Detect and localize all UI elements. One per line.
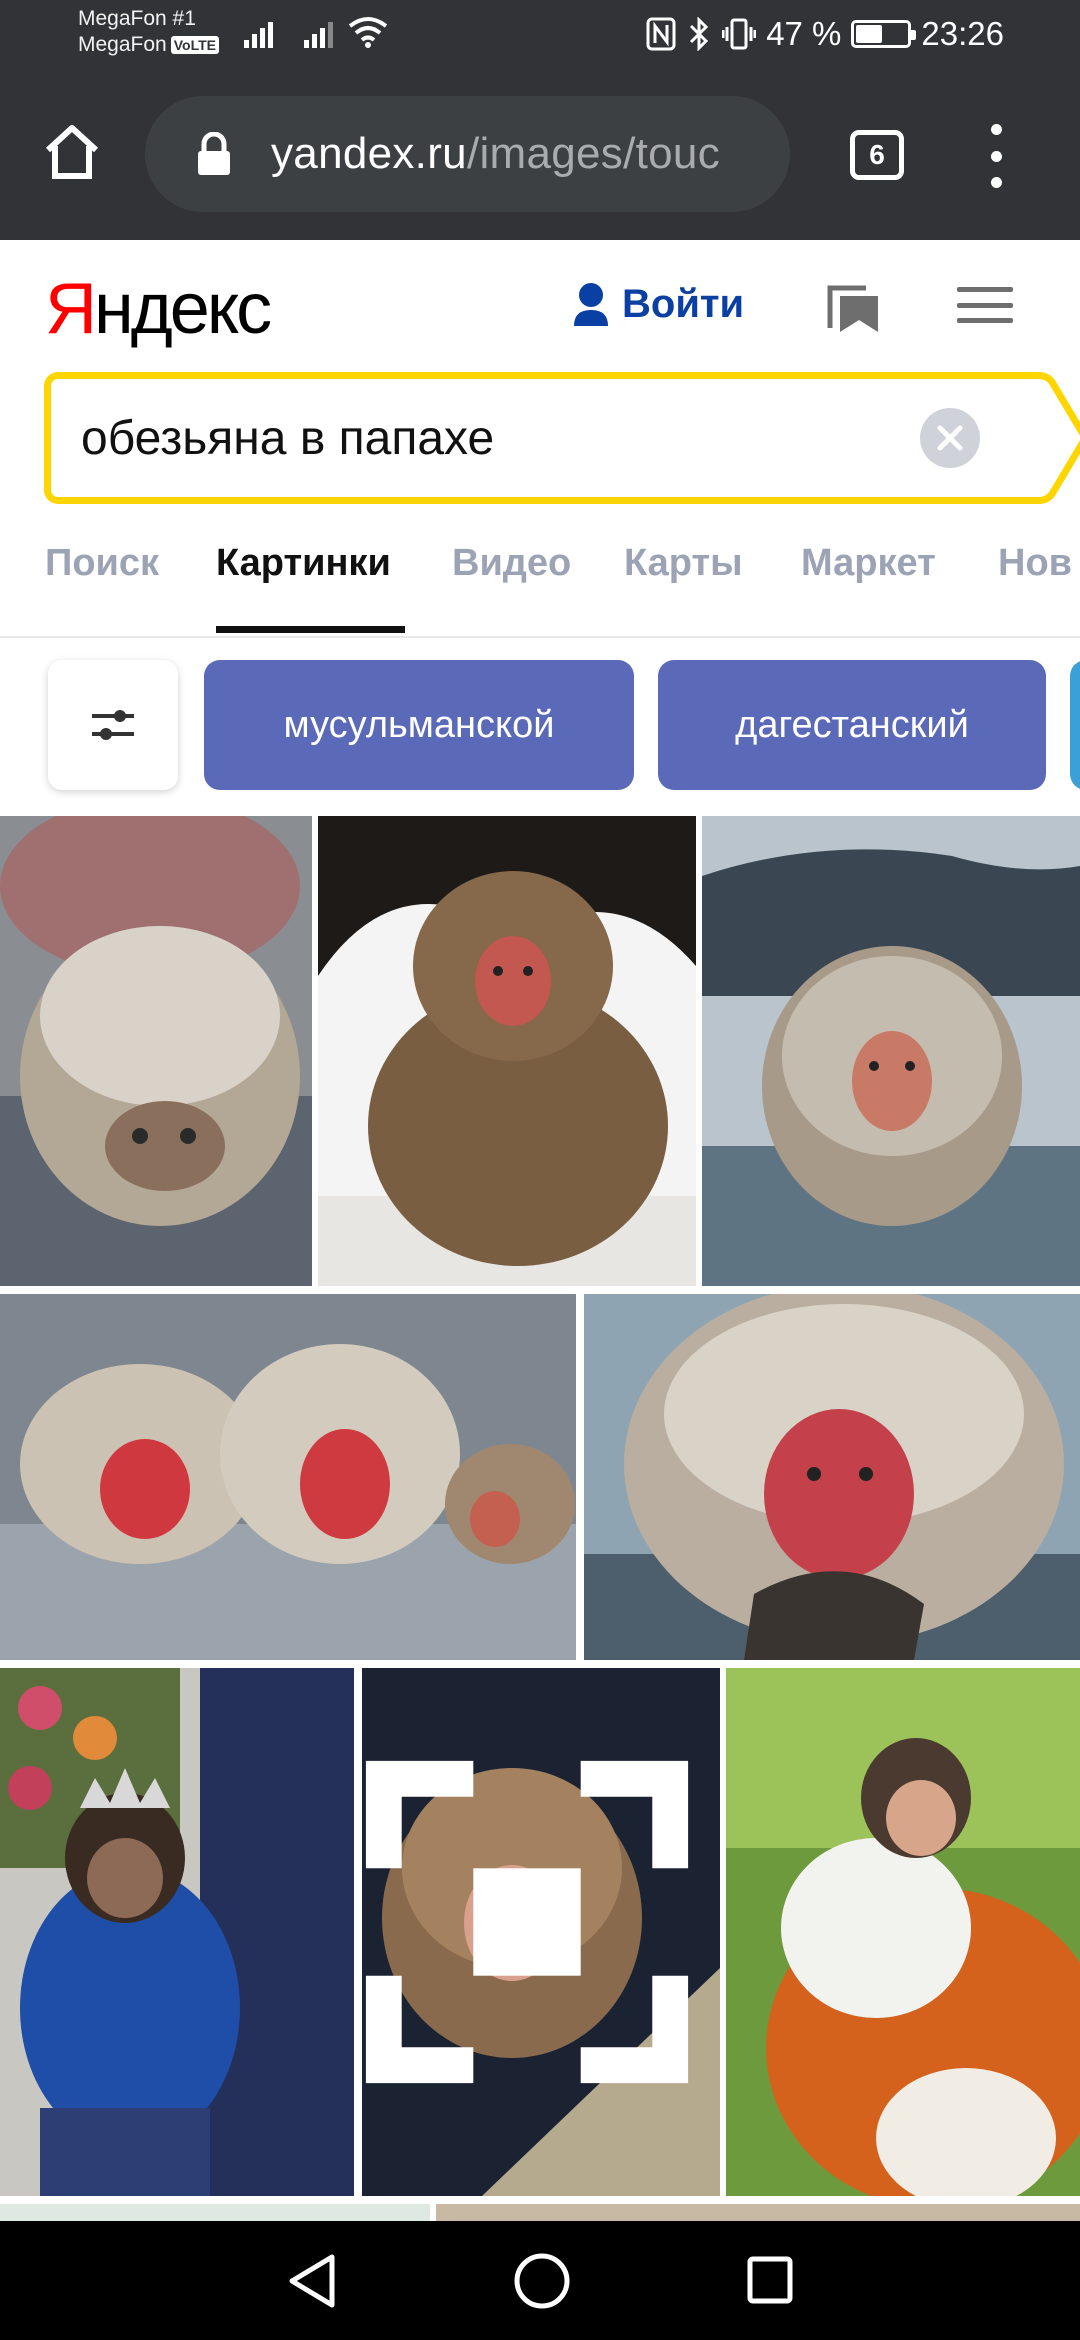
- tab-maps[interactable]: Карты: [624, 542, 743, 585]
- tab-switcher-button[interactable]: 6: [850, 130, 904, 180]
- chip-suggestion-3[interactable]: [1070, 660, 1080, 790]
- browser-toolbar: yandex.ru/images/touc 6: [0, 68, 1080, 240]
- yandex-header: Яндекс Войти: [0, 240, 1080, 380]
- filters-button[interactable]: [48, 660, 178, 790]
- clear-search-button[interactable]: [920, 408, 980, 468]
- service-tabs: Поиск Картинки Видео Карты Маркет Нов: [0, 520, 1080, 638]
- android-nav-bar: [0, 2221, 1080, 2340]
- search-input[interactable]: [81, 410, 881, 466]
- signal-2-icon: [304, 22, 333, 48]
- snow-monkey-snowy-head-image: [0, 816, 312, 1286]
- suggestion-chips: мусульманской дагестанский: [0, 640, 1080, 816]
- tab-market[interactable]: Маркет: [801, 542, 936, 585]
- active-tab-indicator: [216, 626, 405, 633]
- menu-icon[interactable]: [957, 287, 1013, 323]
- bluetooth-icon: [690, 17, 709, 51]
- nfc-icon: [646, 17, 676, 51]
- carrier-1: MegaFon #1: [78, 7, 196, 30]
- tab-news[interactable]: Нов: [998, 542, 1072, 585]
- user-icon: [574, 283, 608, 326]
- search-field[interactable]: [44, 372, 1004, 504]
- image-result[interactable]: [702, 816, 1080, 1286]
- url-path: /images/touc: [466, 129, 720, 178]
- volte-badge: VoLTE: [170, 36, 219, 55]
- tab-search[interactable]: Поиск: [45, 542, 159, 585]
- address-bar[interactable]: yandex.ru/images/touc: [145, 96, 790, 212]
- login-label: Войти: [622, 281, 745, 326]
- battery-icon: [851, 20, 917, 48]
- macaque-in-hot-spring-image: [702, 816, 1080, 1286]
- chimpanzee-with-crown-image: [0, 1668, 354, 2196]
- login-button[interactable]: Войти: [570, 280, 744, 328]
- image-result[interactable]: [584, 1294, 1080, 1660]
- signal-1-icon: [244, 22, 273, 48]
- image-result[interactable]: [0, 816, 312, 1286]
- status-bar: MegaFon #1 MegaFon VoLTE 47 % 23:26: [0, 0, 1080, 68]
- carrier-info: MegaFon #1 MegaFon VoLTE: [78, 6, 219, 58]
- home-icon[interactable]: [40, 120, 104, 184]
- carrier-2: MegaFon: [78, 33, 167, 56]
- young-macaque-in-snow-image: [318, 816, 696, 1286]
- vibrate-icon: [722, 18, 757, 50]
- yandex-logo[interactable]: Яндекс: [45, 268, 272, 350]
- browser-menu-icon[interactable]: [978, 124, 1014, 188]
- recent-apps-icon[interactable]: [746, 2255, 794, 2305]
- wifi-icon: [348, 17, 388, 48]
- battery-percent: 47 %: [766, 15, 842, 52]
- image-result[interactable]: [0, 2204, 430, 2221]
- tab-images[interactable]: Картинки: [216, 542, 391, 585]
- status-right: 47 % 23:26: [646, 12, 1080, 56]
- image-result[interactable]: [318, 816, 696, 1286]
- macaque-closeup-bathing-image: [584, 1294, 1080, 1660]
- image-result[interactable]: [0, 1294, 576, 1660]
- url-host: yandex.ru: [271, 129, 467, 178]
- image-result[interactable]: [726, 1668, 1080, 2196]
- image-result[interactable]: [362, 1668, 720, 2196]
- close-icon: [937, 425, 963, 451]
- collections-icon[interactable]: [826, 278, 882, 334]
- image-result[interactable]: [0, 1668, 354, 2196]
- search-submit-arrow[interactable]: [999, 372, 1080, 504]
- clock: 23:26: [921, 15, 1004, 52]
- lock-icon: [198, 132, 230, 175]
- chip-suggestion-1[interactable]: мусульманской: [204, 660, 634, 790]
- image-result[interactable]: [436, 2204, 1080, 2221]
- filter-sliders-icon: [92, 710, 134, 740]
- chip-suggestion-2[interactable]: дагестанский: [658, 660, 1046, 790]
- tab-video[interactable]: Видео: [452, 542, 571, 585]
- url-text[interactable]: yandex.ru/images/touc: [271, 129, 720, 179]
- back-icon[interactable]: [284, 2251, 340, 2311]
- baby-monkey-on-toy-lion-image: [726, 1668, 1080, 2196]
- search-form: [44, 372, 1080, 504]
- image-results-grid: [0, 816, 1080, 2221]
- home-nav-icon[interactable]: [512, 2251, 572, 2311]
- expand-icon[interactable]: [362, 1668, 706, 2186]
- three-macaques-bathing-image: [0, 1294, 576, 1660]
